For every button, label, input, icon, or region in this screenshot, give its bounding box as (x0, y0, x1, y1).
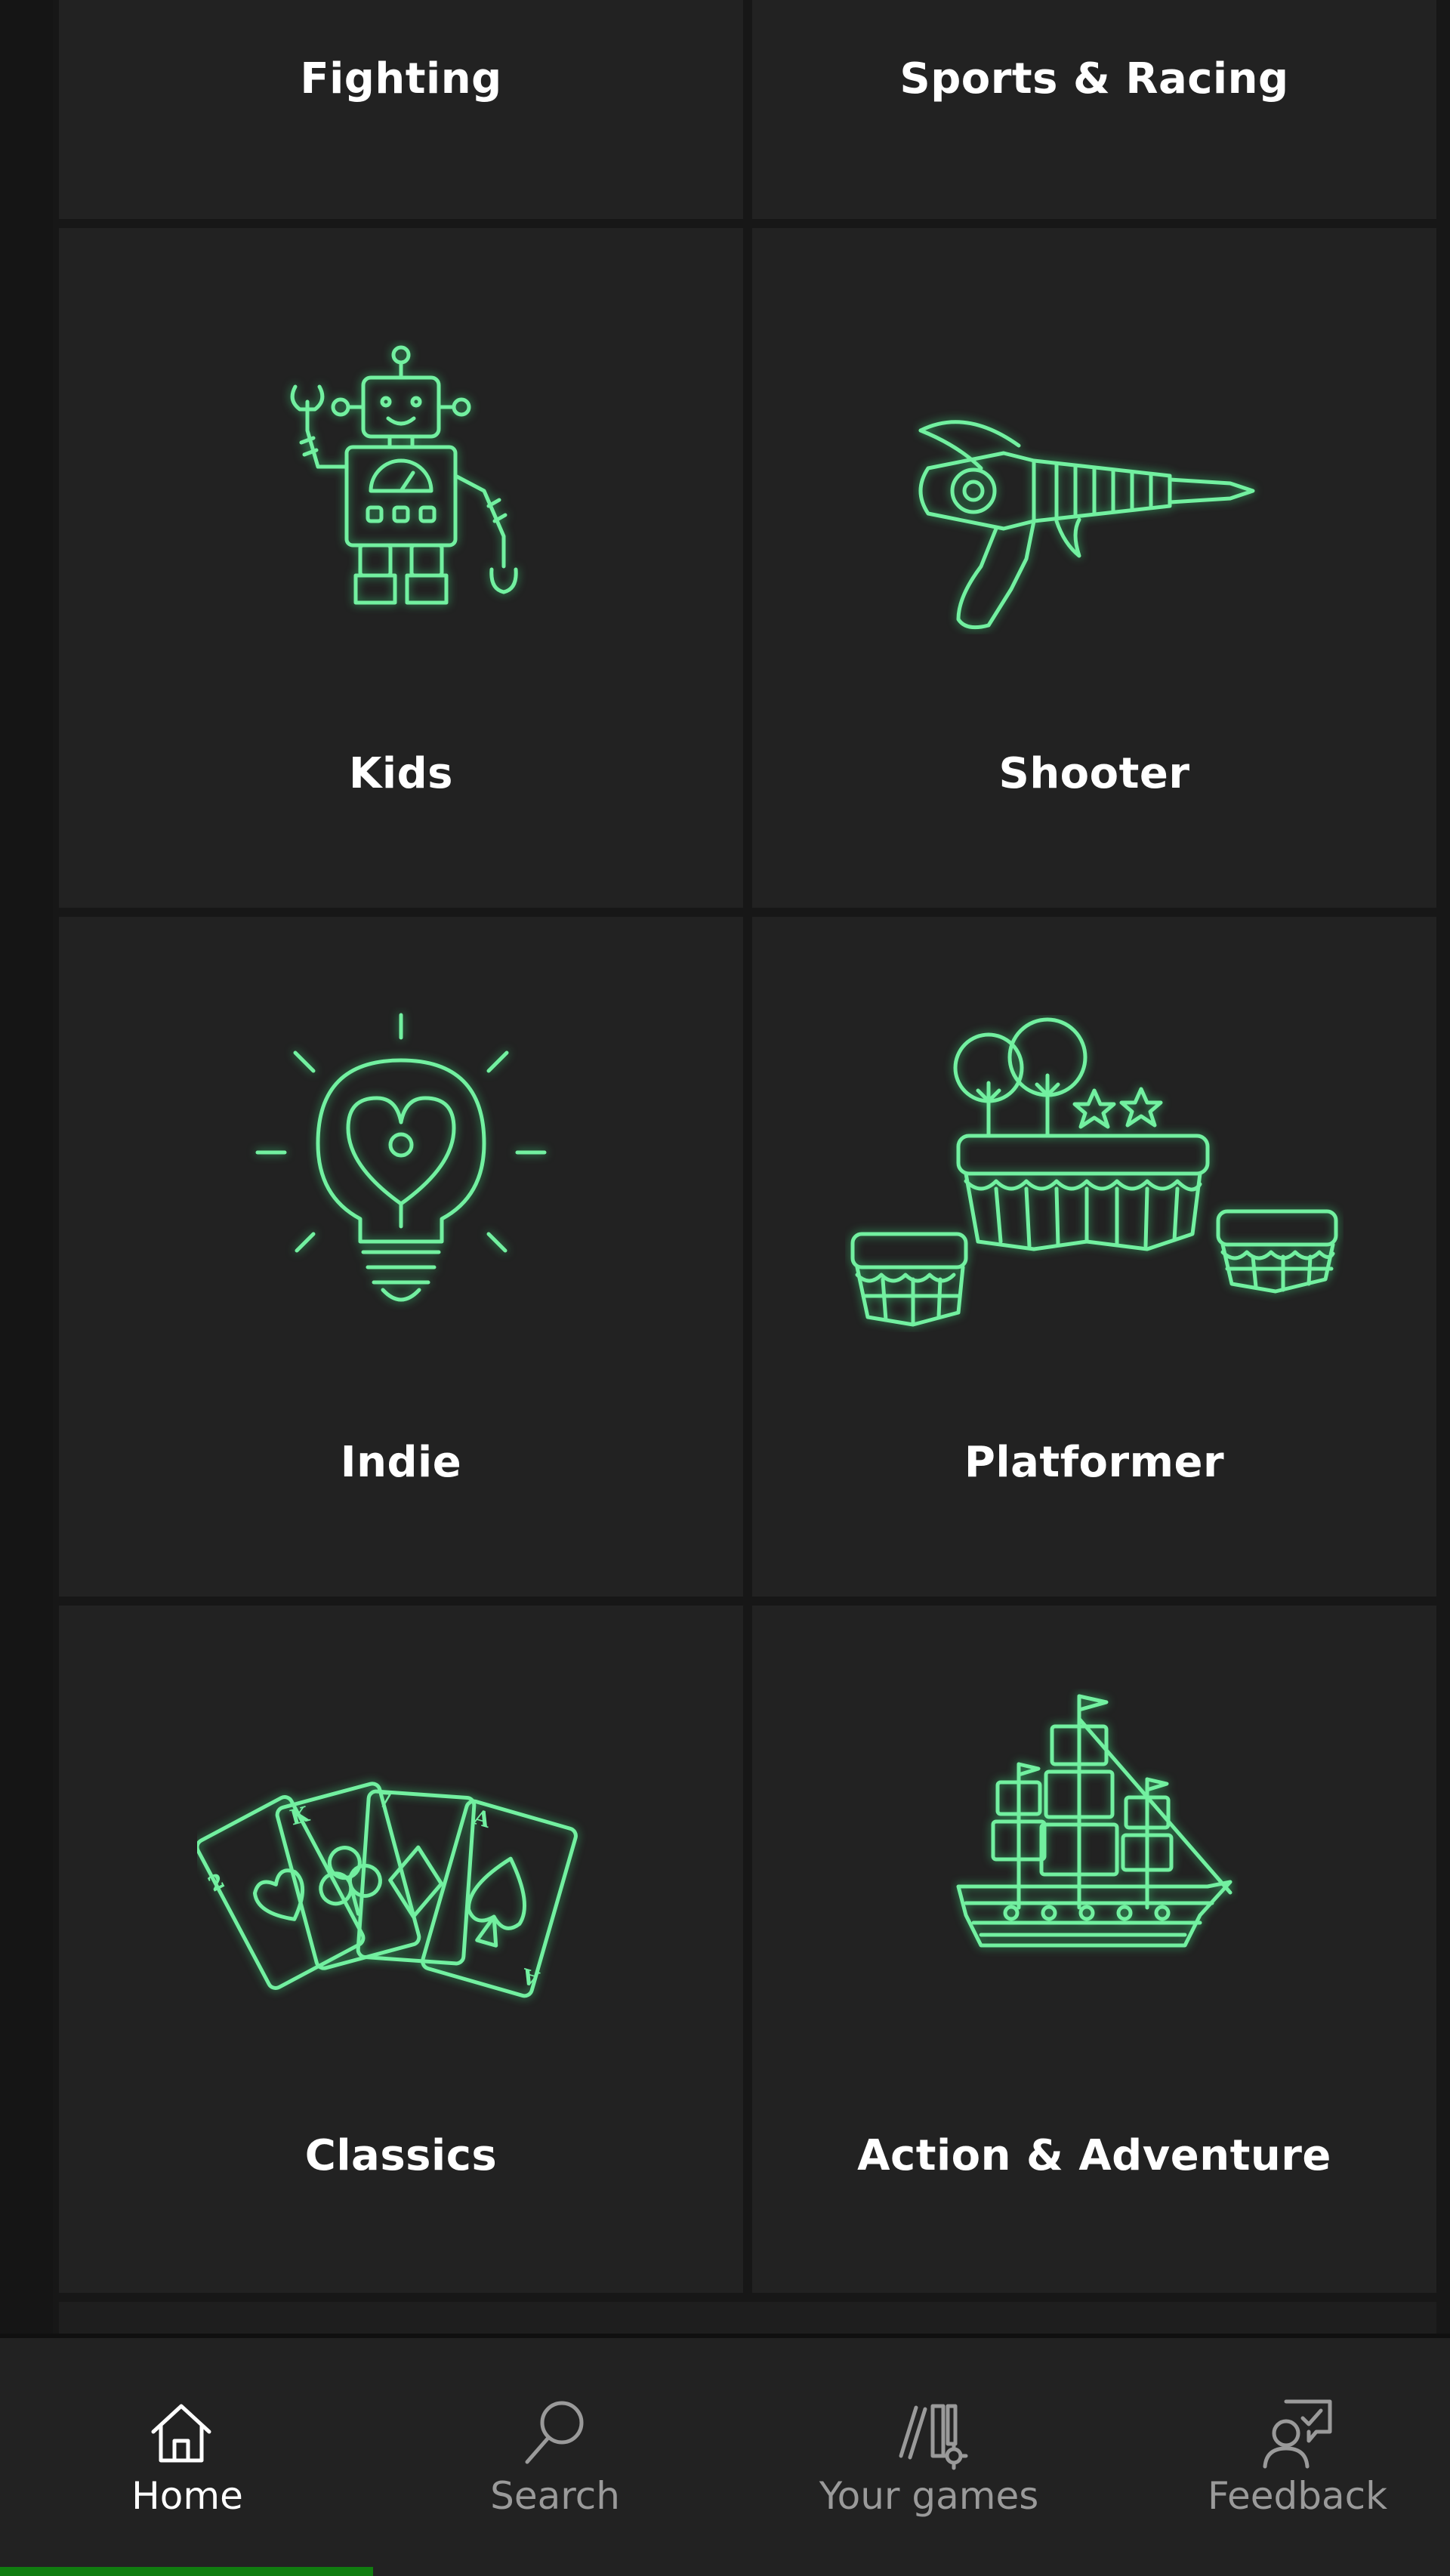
category-tile-sports-racing[interactable]: Sports & Racing (752, 0, 1436, 219)
card-rank-2: 2 (204, 1868, 229, 1896)
category-label: Fighting (300, 54, 502, 103)
card-rank-k: K (287, 1801, 313, 1831)
floating-islands-icon (850, 1017, 1338, 1327)
category-tile-indie[interactable]: Indie (59, 917, 743, 1597)
bottom-nav-bar: Home Search Your games Feedback (0, 2334, 1450, 2576)
next-row-peek (59, 2302, 1436, 2334)
playing-cards-icon: 2 K 7 A A (197, 1782, 578, 1998)
category-tile-kids[interactable]: Kids (59, 228, 743, 908)
search-icon (525, 2401, 584, 2464)
app-root: Fighting Sports & Racing Kids Shooter In… (0, 0, 1450, 2576)
robot-icon (290, 345, 518, 605)
category-tile-action-adventure[interactable]: Action & Adventure (752, 1606, 1436, 2293)
category-label: Action & Adventure (857, 2131, 1331, 2180)
nav-search[interactable]: Search (374, 2338, 736, 2576)
home-icon (151, 2404, 211, 2463)
nav-search-label: Search (490, 2474, 620, 2518)
category-tile-platformer[interactable]: Platformer (752, 917, 1436, 1597)
category-tile-shooter[interactable]: Shooter (752, 228, 1436, 908)
nav-feedback-label: Feedback (1207, 2474, 1388, 2518)
lightbulb-heart-icon (255, 1013, 547, 1302)
ray-gun-icon (918, 420, 1255, 630)
category-tile-classics[interactable]: 2 K 7 A A Classics (59, 1606, 743, 2293)
nav-your-games[interactable]: Your games (748, 2338, 1110, 2576)
category-label: Sports & Racing (899, 54, 1289, 103)
nav-home[interactable]: Home (0, 2338, 373, 2576)
active-tab-indicator (0, 2567, 373, 2576)
category-tile-fighting[interactable]: Fighting (59, 0, 743, 219)
category-label: Kids (348, 749, 453, 798)
library-icon (899, 2404, 968, 2470)
category-label: Indie (340, 1438, 462, 1487)
card-rank-7: 7 (377, 1787, 393, 1812)
left-rail (0, 0, 53, 2334)
category-label: Shooter (998, 749, 1190, 798)
category-grid: Fighting Sports & Racing Kids Shooter In… (59, 0, 1436, 2334)
pirate-ship-icon (956, 1694, 1232, 1948)
nav-your-games-label: Your games (819, 2474, 1039, 2518)
card-rank-a-bottom: A (518, 1963, 542, 1991)
category-label: Classics (304, 2131, 498, 2180)
category-label: Platformer (964, 1438, 1225, 1487)
nav-feedback[interactable]: Feedback (1116, 2338, 1450, 2576)
feedback-icon (1263, 2399, 1332, 2469)
